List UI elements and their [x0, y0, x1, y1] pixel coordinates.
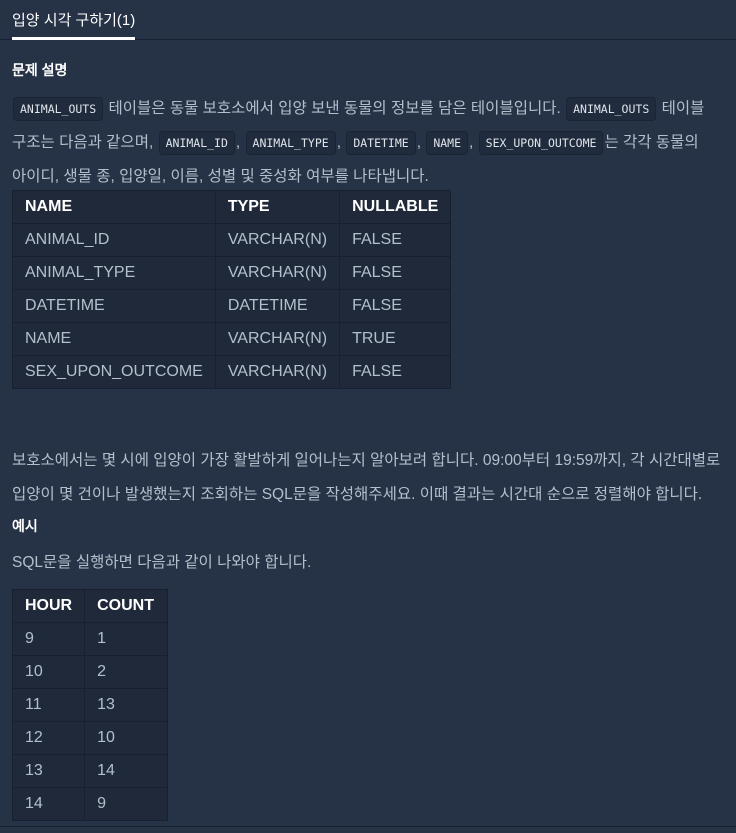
tab-problem-title[interactable]: 입양 시각 구하기(1) [12, 0, 136, 40]
column-header: TYPE [214, 190, 341, 224]
table-cell: 10 [84, 721, 169, 755]
table-cell: FALSE [339, 223, 452, 257]
table-header-row: HOUR COUNT [11, 589, 169, 623]
table-cell: SEX_UPON_OUTCOME [12, 355, 216, 389]
table-cell: FALSE [339, 256, 452, 290]
table-cell: ANIMAL_ID [12, 223, 216, 257]
table-cell: TRUE [339, 322, 452, 356]
column-header: COUNT [84, 589, 169, 623]
column-header: NAME [12, 190, 216, 224]
table-cell: VARCHAR(N) [214, 256, 341, 290]
code-animal-outs: ANIMAL_OUTS [13, 97, 104, 121]
table-cell: 1 [84, 622, 169, 656]
table-cell: DATETIME [214, 289, 341, 323]
table-cell: 9 [84, 787, 169, 821]
code-datetime: DATETIME [346, 131, 416, 155]
example-result-table: HOUR COUNT 9 1 10 2 11 13 12 10 13 14 14… [11, 589, 169, 821]
table-row: NAME VARCHAR(N) TRUE [12, 322, 452, 356]
code-animal-id: ANIMAL_ID [158, 131, 235, 155]
column-header: NULLABLE [339, 190, 452, 224]
schema-table: NAME TYPE NULLABLE ANIMAL_ID VARCHAR(N) … [12, 190, 452, 389]
table-row: 11 13 [11, 688, 169, 722]
table-cell: 12 [11, 721, 86, 755]
table-cell: VARCHAR(N) [214, 223, 341, 257]
table-cell: FALSE [339, 289, 452, 323]
text: 테이블은 동물 보호소에서 입양 보낸 동물의 정보를 담은 테이블입니다. [104, 100, 566, 117]
code-name: NAME [426, 131, 469, 155]
separator: , [416, 134, 426, 151]
table-row: 13 14 [11, 754, 169, 788]
table-cell: FALSE [339, 355, 452, 389]
tab-bar: 입양 시각 구하기(1) [0, 0, 736, 40]
separator: , [336, 134, 346, 151]
table-cell: 11 [11, 688, 86, 722]
table-row: 12 10 [11, 721, 169, 755]
table-cell: 14 [84, 754, 169, 788]
table-cell: 2 [84, 655, 169, 689]
description-paragraph: ANIMAL_OUTS 테이블은 동물 보호소에서 입양 보낸 동물의 정보를 … [12, 92, 724, 194]
table-cell: 13 [84, 688, 169, 722]
task-paragraph: 보호소에서는 몇 시에 입양이 가장 활발하게 일어나는지 알아보려 합니다. … [12, 452, 721, 503]
table-row: ANIMAL_ID VARCHAR(N) FALSE [12, 223, 452, 257]
table-cell: DATETIME [12, 289, 216, 323]
table-cell: 9 [11, 622, 86, 656]
table-header-row: NAME TYPE NULLABLE [12, 190, 452, 224]
separator: , [469, 134, 478, 151]
table-row: 14 9 [11, 787, 169, 821]
table-row: 10 2 [11, 655, 169, 689]
example-paragraph: SQL문을 실행하면 다음과 같이 나와야 합니다. [12, 554, 312, 571]
table-row: SEX_UPON_OUTCOME VARCHAR(N) FALSE [12, 355, 452, 389]
code-sex-upon-outcome: SEX_UPON_OUTCOME [478, 131, 604, 155]
table-row: ANIMAL_TYPE VARCHAR(N) FALSE [12, 256, 452, 290]
table-cell: VARCHAR(N) [214, 322, 341, 356]
table-cell: 10 [11, 655, 86, 689]
table-cell: 13 [11, 754, 86, 788]
table-cell: VARCHAR(N) [214, 355, 341, 389]
code-animal-type: ANIMAL_TYPE [245, 131, 336, 155]
section-heading-example: 예시 [12, 518, 38, 534]
section-heading-description: 문제 설명 [12, 62, 68, 78]
column-header: HOUR [11, 589, 86, 623]
table-cell: 14 [11, 787, 86, 821]
table-cell: ANIMAL_TYPE [12, 256, 216, 290]
table-row: 9 1 [11, 622, 169, 656]
code-animal-outs: ANIMAL_OUTS [566, 97, 657, 121]
table-row: DATETIME DATETIME FALSE [12, 289, 452, 323]
separator: , [235, 134, 245, 151]
table-cell: NAME [12, 322, 216, 356]
